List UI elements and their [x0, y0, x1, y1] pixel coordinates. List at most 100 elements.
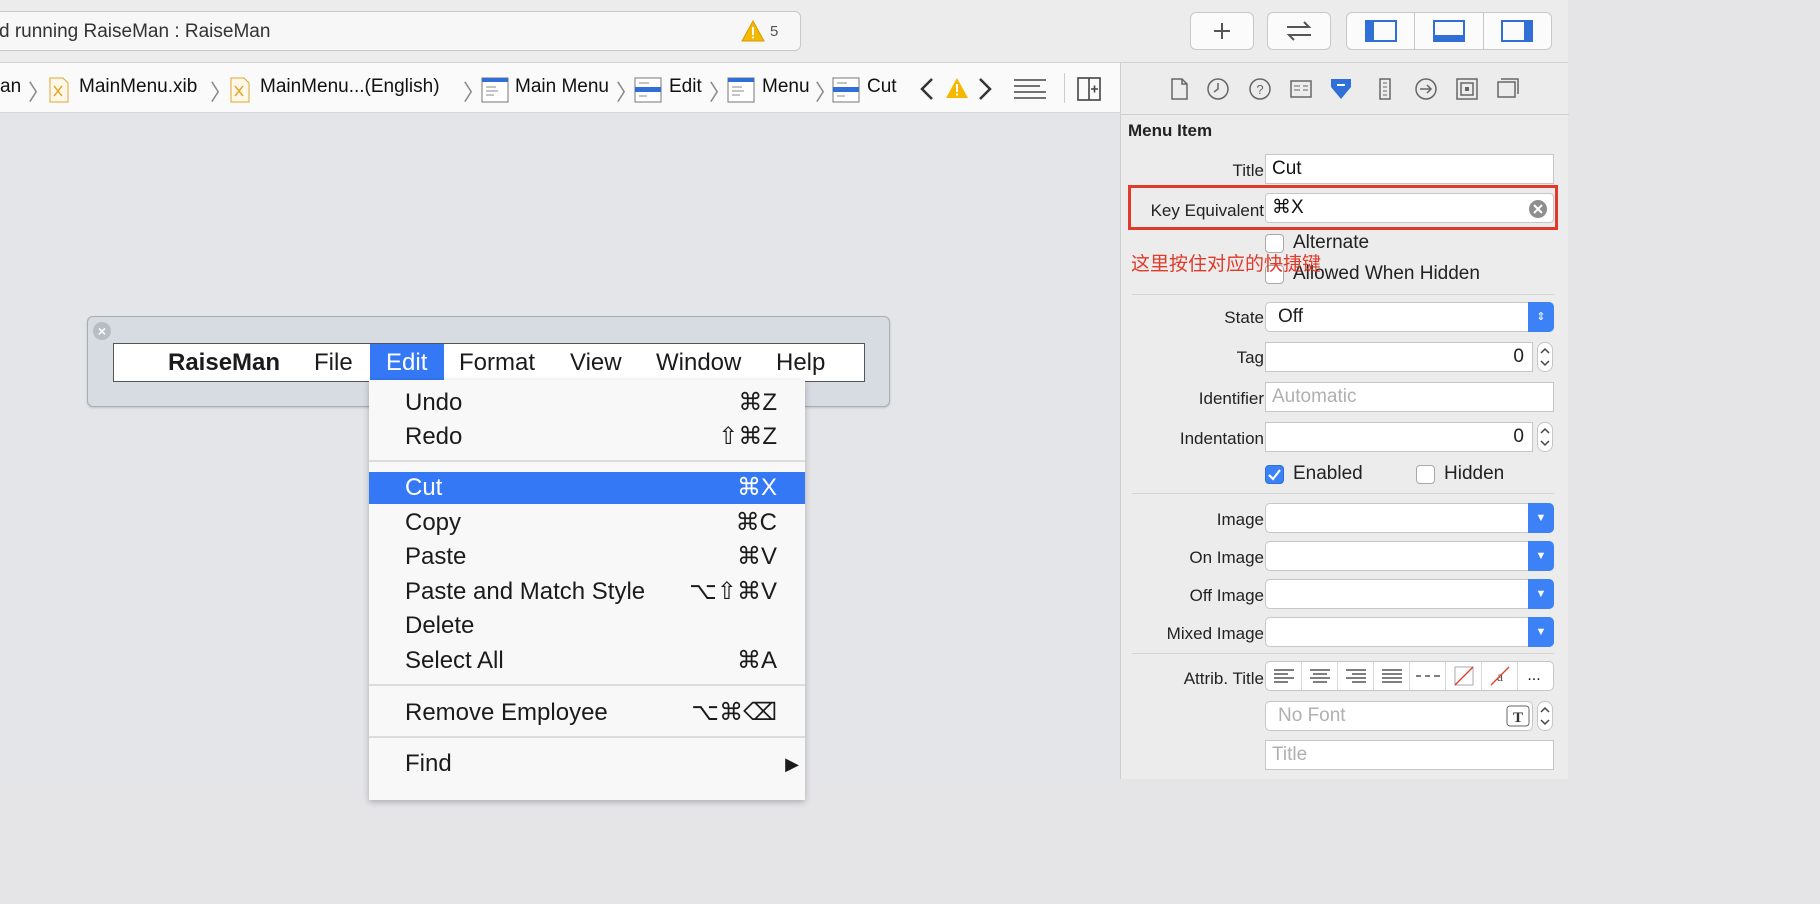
toggle-debug-button[interactable] [1415, 13, 1484, 49]
indentation-stepper[interactable] [1537, 422, 1553, 452]
toggle-navigator-button[interactable] [1347, 13, 1416, 49]
more-options-button[interactable]: ... [1518, 662, 1550, 690]
menu-item-undo[interactable]: Undo ⌘Z [369, 387, 805, 419]
menu-separator [369, 736, 805, 738]
code-review-button[interactable] [1267, 12, 1331, 50]
menu-item-cut[interactable]: Cut ⌘X [369, 472, 805, 504]
view-effects-inspector-icon[interactable] [1496, 77, 1520, 101]
align-natural-icon[interactable] [1410, 662, 1446, 690]
align-justify-icon[interactable] [1374, 662, 1410, 690]
text-alignment-control: a ... [1265, 661, 1554, 691]
menu-item-select-all[interactable]: Select All ⌘A [369, 645, 805, 677]
off-image-combo[interactable]: ▼ [1265, 579, 1554, 609]
key-equivalent-field[interactable]: ⌘X [1265, 193, 1554, 223]
font-field[interactable]: No Font T [1265, 701, 1533, 731]
tag-field[interactable]: 0 [1265, 342, 1533, 372]
strikethrough-icon[interactable]: a [1482, 662, 1518, 690]
indentation-label: Indentation [1179, 429, 1264, 448]
divider [1132, 493, 1554, 494]
svg-text:?: ? [1256, 82, 1263, 97]
menu-item-find[interactable]: Find ▶ [369, 748, 805, 780]
off-image-label: Off Image [1189, 586, 1264, 605]
no-strikethrough-icon[interactable] [1446, 662, 1482, 690]
menu-item-object-icon [634, 77, 662, 103]
crumb-cut[interactable]: Cut [867, 76, 897, 98]
menubar-item-help[interactable]: Help [776, 344, 825, 381]
crumb-project[interactable]: an [0, 76, 21, 98]
font-placeholder: No Font [1278, 705, 1346, 726]
tag-stepper[interactable] [1537, 342, 1553, 372]
font-panel-icon[interactable]: T [1506, 705, 1530, 727]
crumb-edit[interactable]: Edit [669, 76, 702, 98]
identifier-field[interactable]: Automatic [1265, 382, 1554, 412]
enabled-checkbox[interactable] [1265, 465, 1284, 484]
menubar-item-window[interactable]: Window [656, 344, 741, 381]
menu-item-label: Select All [405, 647, 504, 674]
menu-item-redo[interactable]: Redo ⇧⌘Z [369, 421, 805, 453]
title-field[interactable]: Cut [1265, 154, 1554, 184]
add-editor-icon[interactable] [1077, 77, 1101, 101]
menu-item-paste[interactable]: Paste ⌘V [369, 541, 805, 573]
warning-icon[interactable] [945, 77, 969, 99]
align-left-icon[interactable] [1266, 662, 1302, 690]
state-popup[interactable]: Off ⇕ [1265, 302, 1554, 332]
image-combo[interactable]: ▼ [1265, 503, 1554, 533]
navigator-panel-icon [1364, 20, 1397, 42]
title-label: Title [1232, 161, 1265, 180]
chevron-left-icon[interactable] [918, 77, 936, 101]
debug-panel-icon [1432, 20, 1465, 42]
align-right-icon[interactable] [1338, 662, 1374, 690]
help-inspector-icon[interactable]: ? [1248, 77, 1272, 101]
attrib-title-label: Attrib. Title [1183, 669, 1264, 688]
chevron-right-icon[interactable] [976, 77, 994, 101]
menubar-item-view[interactable]: View [570, 344, 622, 381]
annotation-text: 这里按住对应的快捷键 [1131, 253, 1322, 275]
align-center-icon[interactable] [1302, 662, 1338, 690]
file-inspector-icon[interactable] [1167, 77, 1191, 101]
attributes-inspector-icon[interactable] [1329, 77, 1353, 101]
indentation-field[interactable]: 0 [1265, 422, 1533, 452]
menu-item-label: Undo [405, 389, 463, 416]
clear-icon[interactable] [1528, 199, 1548, 219]
tag-label: Tag [1236, 348, 1264, 367]
document-items-icon[interactable] [1013, 78, 1047, 100]
shortcut: ⌘Z [738, 389, 777, 416]
menubar-item-app[interactable]: RaiseMan [168, 344, 280, 381]
warning-icon[interactable] [741, 20, 765, 42]
menu-item-label: Copy [405, 509, 462, 536]
menu-object-icon [727, 77, 755, 103]
menu-separator [369, 460, 805, 462]
connections-inspector-icon[interactable] [1414, 77, 1438, 101]
mixed-image-combo[interactable]: ▼ [1265, 617, 1554, 647]
crumb-menu[interactable]: Menu [762, 76, 810, 98]
menubar-item-format[interactable]: Format [459, 344, 535, 381]
crumb-mainmenu-english[interactable]: MainMenu...(English) [260, 76, 440, 98]
menu-item-copy[interactable]: Copy ⌘C [369, 507, 805, 539]
menubar-item-file[interactable]: File [314, 344, 353, 381]
history-inspector-icon[interactable] [1206, 77, 1230, 101]
hidden-checkbox[interactable] [1416, 465, 1435, 484]
hidden-label: Hidden [1444, 463, 1505, 484]
crumb-main-menu[interactable]: Main Menu [515, 76, 609, 98]
toggle-inspector-button[interactable] [1484, 13, 1551, 49]
panel-toggle-group [1346, 12, 1552, 50]
allowed-hidden-label: Allowed When Hidden [1293, 263, 1480, 284]
size-inspector-icon[interactable] [1373, 77, 1397, 101]
close-icon[interactable]: × [93, 322, 111, 340]
menu-item-paste-match-style[interactable]: Paste and Match Style ⌥⇧⌘V [369, 576, 805, 608]
menu-item-remove-employee[interactable]: Remove Employee ⌥⌘⌫ [369, 697, 805, 729]
identity-inspector-icon[interactable] [1289, 77, 1313, 101]
menu-item-delete[interactable]: Delete [369, 610, 805, 642]
font-size-stepper[interactable] [1537, 701, 1553, 731]
bindings-inspector-icon[interactable] [1455, 77, 1479, 101]
on-image-combo[interactable]: ▼ [1265, 541, 1554, 571]
chevron-down-icon: ▼ [1528, 503, 1554, 533]
section-title: Menu Item [1128, 121, 1213, 140]
image-label: Image [1216, 510, 1264, 529]
library-button[interactable] [1190, 12, 1254, 50]
checkmark-icon [1268, 469, 1281, 481]
crumb-mainmenu-xib[interactable]: MainMenu.xib [79, 76, 197, 98]
menubar-item-edit[interactable]: Edit [370, 344, 444, 381]
attributed-title-field[interactable]: Title [1265, 740, 1554, 770]
chevron-down-icon: ▼ [1528, 579, 1554, 609]
